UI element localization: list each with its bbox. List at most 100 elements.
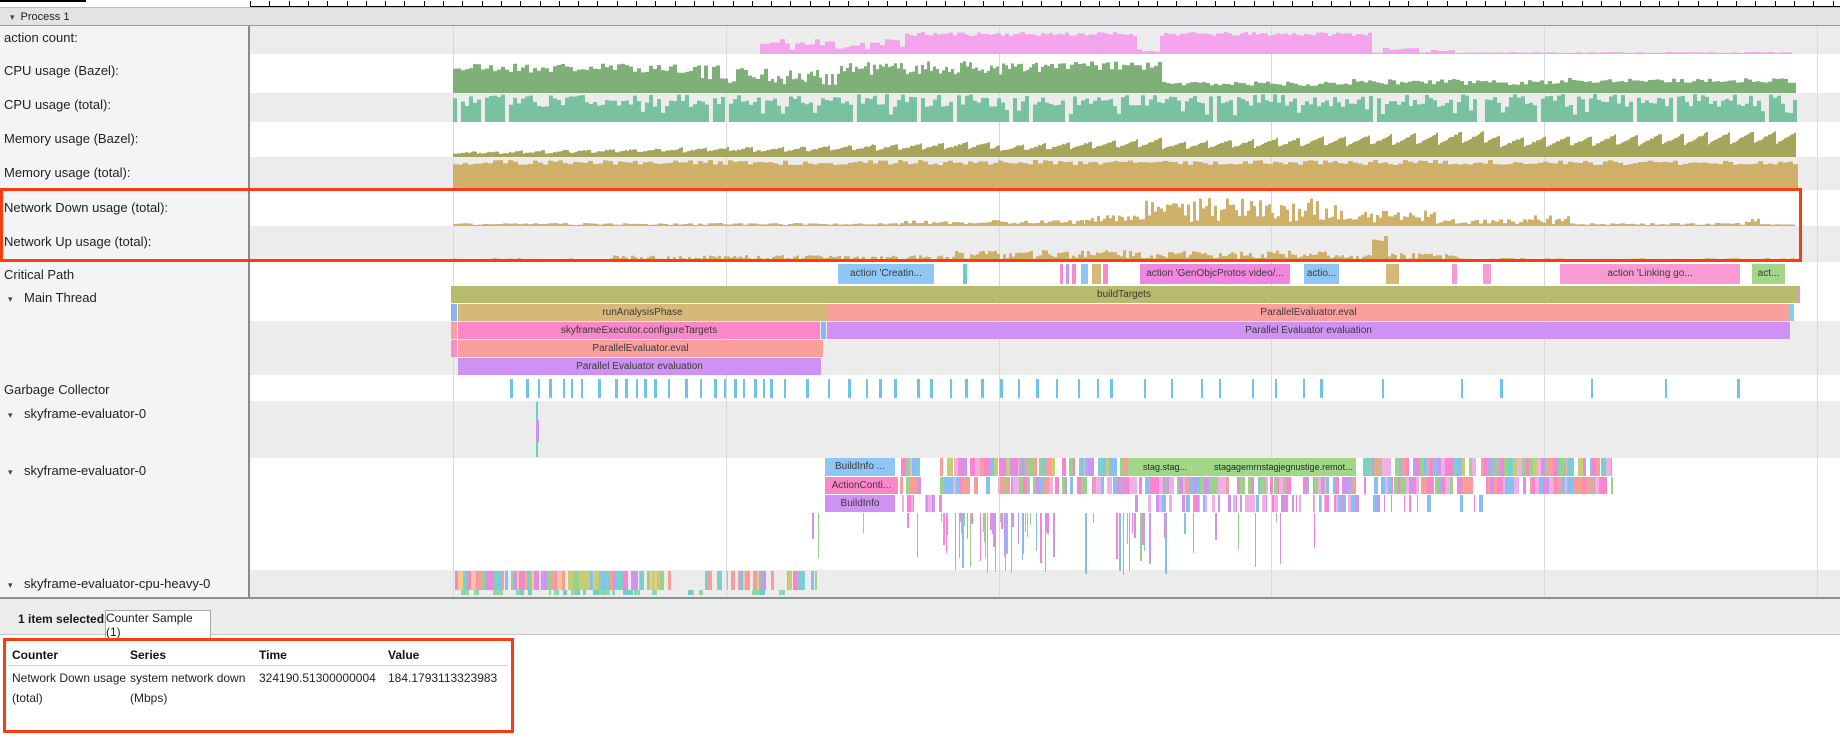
hanging-slice[interactable]: [1280, 513, 1282, 564]
hanging-slice[interactable]: [818, 513, 820, 558]
hanging-slice[interactable]: [812, 513, 814, 539]
critical-path-slice[interactable]: [1386, 264, 1399, 284]
dense-slice[interactable]: [994, 458, 998, 476]
dense-slice[interactable]: [1251, 477, 1255, 494]
hanging-slice[interactable]: [1255, 513, 1257, 567]
gc-slice[interactable]: [714, 379, 717, 398]
hanging-slice[interactable]: [941, 513, 943, 522]
dense-slice[interactable]: [788, 571, 792, 590]
dense-slice[interactable]: [1169, 495, 1172, 512]
dense-slice[interactable]: [902, 495, 905, 512]
track-label-cpu-usage-bazel[interactable]: CPU usage (Bazel):: [4, 63, 119, 78]
counter-track-mem-total[interactable]: [250, 157, 1840, 190]
gc-slice[interactable]: [1144, 379, 1147, 398]
gc-slice[interactable]: [685, 379, 688, 398]
critical-path-slice[interactable]: [1072, 264, 1076, 284]
dense-slice[interactable]: [652, 590, 656, 595]
hanging-slice[interactable]: [1036, 513, 1038, 551]
gc-slice[interactable]: [615, 379, 618, 398]
dense-slice[interactable]: [1570, 458, 1574, 476]
hanging-slice[interactable]: [1184, 513, 1186, 534]
dense-slice[interactable]: [1596, 458, 1600, 476]
gc-slice[interactable]: [625, 379, 628, 398]
gc-slice[interactable]: [1382, 379, 1385, 398]
dense-slice[interactable]: [1514, 477, 1519, 494]
dense-slice[interactable]: [1226, 477, 1230, 494]
hanging-slice[interactable]: [971, 513, 973, 524]
dense-slice[interactable]: [1364, 477, 1366, 494]
dense-slice[interactable]: [1134, 477, 1137, 494]
dense-slice[interactable]: [1604, 477, 1608, 494]
gc-slice[interactable]: [1097, 379, 1100, 398]
collapse-icon[interactable]: ▾: [8, 467, 24, 478]
track-label-network-down-usage-total[interactable]: Network Down usage (total):: [4, 200, 168, 215]
dense-slice[interactable]: [1266, 495, 1268, 512]
critical-path-slice[interactable]: actio...: [1304, 264, 1339, 284]
hanging-slice[interactable]: [987, 513, 989, 573]
dense-slice[interactable]: [1384, 495, 1385, 512]
gc-slice[interactable]: [636, 379, 639, 398]
hanging-slice[interactable]: [955, 513, 957, 570]
dense-slice[interactable]: [1460, 495, 1463, 512]
gc-slice[interactable]: [1500, 379, 1503, 398]
dense-slice[interactable]: [1062, 458, 1066, 476]
critical-path-slice[interactable]: [963, 264, 967, 284]
gc-slice[interactable]: [1078, 379, 1081, 398]
hanging-slice[interactable]: [1149, 513, 1151, 564]
dense-slice[interactable]: [1228, 495, 1231, 512]
dense-slice[interactable]: [727, 571, 728, 590]
dense-slice[interactable]: [779, 590, 784, 595]
dense-slice[interactable]: [917, 458, 919, 476]
dense-slice[interactable]: [1377, 495, 1380, 512]
gc-slice[interactable]: [763, 379, 766, 398]
dense-slice[interactable]: [1240, 495, 1242, 512]
track-label-main-thread[interactable]: ▾Main Thread: [8, 290, 97, 305]
dense-slice[interactable]: [900, 477, 903, 494]
dense-slice[interactable]: [528, 590, 533, 595]
track-label-garbage-collector[interactable]: Garbage Collector: [4, 382, 110, 397]
dense-slice[interactable]: [1472, 458, 1477, 476]
gc-slice[interactable]: [1036, 379, 1039, 398]
dense-slice[interactable]: [1416, 477, 1420, 494]
track-label-memory-usage-bazel[interactable]: Memory usage (Bazel):: [4, 131, 138, 146]
gc-slice[interactable]: [700, 379, 703, 398]
dense-slice[interactable]: [1450, 477, 1453, 494]
gc-slice[interactable]: [770, 379, 773, 398]
dense-slice[interactable]: [1374, 477, 1379, 494]
dense-slice[interactable]: [606, 590, 610, 595]
gc-slice[interactable]: [930, 379, 933, 398]
gc-slice[interactable]: [1018, 379, 1021, 398]
dense-slice[interactable]: [1205, 495, 1206, 512]
gc-slice[interactable]: [644, 379, 647, 398]
hanging-slice[interactable]: [1215, 513, 1217, 540]
gc-slice[interactable]: [538, 379, 541, 398]
critical-path-slice[interactable]: [1103, 264, 1108, 284]
hanging-slice[interactable]: [1012, 513, 1014, 527]
gc-slice[interactable]: [848, 379, 851, 398]
hanging-slice[interactable]: [1164, 513, 1166, 538]
track-label-skyframe-evaluator-0[interactable]: ▾skyframe-evaluator-0: [8, 463, 146, 478]
critical-path-slice[interactable]: action 'GenObjcProtos video/...: [1140, 264, 1290, 284]
dense-slice[interactable]: [1392, 477, 1393, 494]
hanging-slice[interactable]: [992, 513, 994, 534]
skyframe2-labeled-slice[interactable]: BuildInfo: [825, 495, 895, 512]
gc-slice[interactable]: [784, 379, 787, 398]
dense-slice[interactable]: [759, 590, 765, 595]
gc-slice[interactable]: [1591, 379, 1594, 398]
hanging-slice[interactable]: [990, 513, 992, 530]
dense-slice[interactable]: [1101, 477, 1104, 494]
main-thread-slice[interactable]: runAnalysisPhase: [458, 304, 827, 321]
dense-slice[interactable]: [1469, 477, 1473, 494]
hanging-slice[interactable]: [995, 513, 997, 531]
gc-slice[interactable]: [1000, 379, 1003, 398]
gc-slice[interactable]: [1275, 379, 1278, 398]
gc-slice[interactable]: [724, 379, 727, 398]
gc-slice[interactable]: [549, 379, 552, 398]
hanging-slice[interactable]: [970, 513, 972, 567]
dense-slice[interactable]: [1162, 495, 1165, 512]
gc-slice[interactable]: [1201, 379, 1204, 398]
dense-slice[interactable]: [1005, 477, 1010, 494]
dense-slice[interactable]: [1427, 495, 1431, 512]
dense-slice[interactable]: [577, 590, 581, 595]
hanging-slice[interactable]: [1276, 513, 1278, 522]
